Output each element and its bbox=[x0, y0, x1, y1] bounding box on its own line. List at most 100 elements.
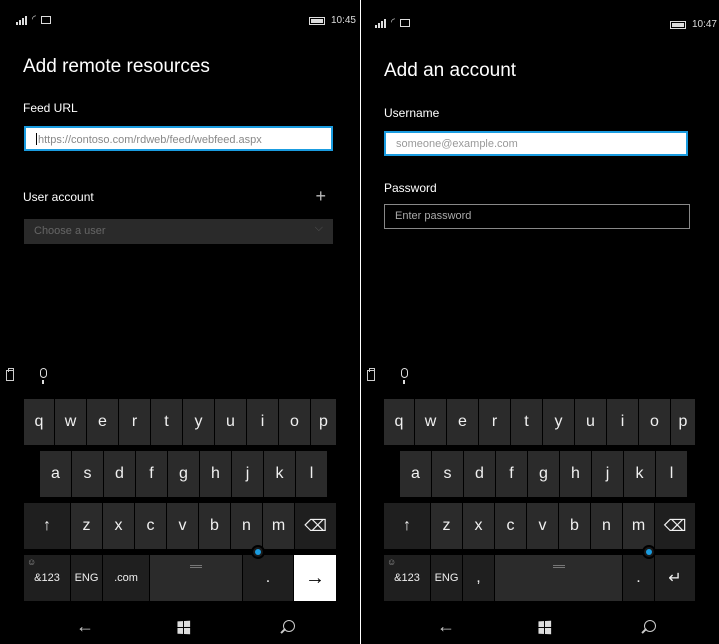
feed-url-input[interactable]: https://contoso.com/rdweb/feed/webfeed.a… bbox=[24, 126, 333, 151]
keyboard-row-3: ↑ z x c v b n m ⌫ bbox=[0, 503, 360, 549]
key-q[interactable]: q bbox=[24, 399, 54, 445]
key-x[interactable]: x bbox=[103, 503, 134, 549]
user-account-dropdown[interactable]: Choose a user ⌵ bbox=[24, 219, 333, 244]
key-w[interactable]: w bbox=[415, 399, 446, 445]
search-icon[interactable] bbox=[644, 620, 656, 632]
key-l[interactable]: l bbox=[656, 451, 687, 497]
key-d[interactable]: d bbox=[104, 451, 135, 497]
key-y[interactable]: y bbox=[543, 399, 574, 445]
windows-start-icon[interactable] bbox=[177, 620, 191, 636]
key-r[interactable]: r bbox=[479, 399, 510, 445]
key-j[interactable]: j bbox=[592, 451, 623, 497]
clipboard-icon[interactable] bbox=[367, 368, 375, 381]
key-l[interactable]: l bbox=[296, 451, 327, 497]
shift-key[interactable]: ↑ bbox=[24, 503, 70, 549]
microphone-icon[interactable] bbox=[401, 368, 408, 384]
username-placeholder: someone@example.com bbox=[396, 138, 518, 150]
username-input[interactable]: someone@example.com bbox=[384, 131, 688, 156]
key-n[interactable]: n bbox=[591, 503, 622, 549]
cursor-control-icon[interactable] bbox=[251, 545, 265, 559]
key-y[interactable]: y bbox=[183, 399, 214, 445]
back-icon[interactable]: ← bbox=[437, 616, 455, 637]
key-x[interactable]: x bbox=[463, 503, 494, 549]
period-key[interactable]: . bbox=[623, 555, 654, 601]
add-user-button[interactable]: + bbox=[315, 186, 326, 207]
dotcom-key[interactable]: .com bbox=[103, 555, 149, 601]
key-s[interactable]: s bbox=[72, 451, 103, 497]
key-p[interactable]: p bbox=[311, 399, 336, 445]
key-g[interactable]: g bbox=[168, 451, 199, 497]
key-k[interactable]: k bbox=[264, 451, 295, 497]
microphone-icon[interactable] bbox=[40, 368, 47, 384]
key-p[interactable]: p bbox=[671, 399, 695, 445]
page-title: Add remote resources bbox=[23, 56, 210, 77]
symbols-key[interactable]: ☺ &123 bbox=[24, 555, 70, 601]
key-e[interactable]: e bbox=[447, 399, 478, 445]
backspace-key[interactable]: ⌫ bbox=[295, 503, 336, 549]
key-v[interactable]: v bbox=[167, 503, 198, 549]
text-caret bbox=[36, 133, 37, 145]
key-r[interactable]: r bbox=[119, 399, 150, 445]
key-h[interactable]: h bbox=[560, 451, 591, 497]
feed-url-placeholder: https://contoso.com/rdweb/feed/webfeed.a… bbox=[38, 134, 262, 146]
key-u[interactable]: u bbox=[215, 399, 246, 445]
windows-start-icon[interactable] bbox=[538, 620, 552, 636]
key-e[interactable]: e bbox=[87, 399, 118, 445]
key-n[interactable]: n bbox=[231, 503, 262, 549]
key-b[interactable]: b bbox=[559, 503, 590, 549]
password-input[interactable]: Enter password bbox=[384, 204, 690, 229]
backspace-key[interactable]: ⌫ bbox=[655, 503, 695, 549]
key-z[interactable]: z bbox=[431, 503, 462, 549]
key-b[interactable]: b bbox=[199, 503, 230, 549]
emoji-icon: ☺ bbox=[27, 557, 37, 567]
status-time: 10:45 bbox=[330, 15, 356, 26]
key-i[interactable]: i bbox=[607, 399, 638, 445]
space-bar[interactable] bbox=[150, 555, 242, 601]
key-o[interactable]: o bbox=[279, 399, 310, 445]
user-account-label: User account bbox=[23, 190, 94, 204]
signal-icon bbox=[16, 15, 27, 25]
status-bar: ◜ 10:47 bbox=[361, 0, 719, 34]
key-a[interactable]: a bbox=[40, 451, 71, 497]
key-g[interactable]: g bbox=[528, 451, 559, 497]
space-bar[interactable] bbox=[495, 555, 622, 601]
key-o[interactable]: o bbox=[639, 399, 670, 445]
cursor-control-icon[interactable] bbox=[642, 545, 656, 559]
symbols-key[interactable]: ☺ &123 bbox=[384, 555, 430, 601]
dropdown-placeholder: Choose a user bbox=[34, 225, 106, 237]
status-right: 10:45 bbox=[308, 15, 356, 26]
key-u[interactable]: u bbox=[575, 399, 606, 445]
key-f[interactable]: f bbox=[496, 451, 527, 497]
key-w[interactable]: w bbox=[55, 399, 86, 445]
key-m[interactable]: m bbox=[263, 503, 294, 549]
language-key[interactable]: ENG bbox=[431, 555, 462, 601]
period-key[interactable]: . bbox=[243, 555, 293, 601]
key-j[interactable]: j bbox=[232, 451, 263, 497]
search-icon[interactable] bbox=[283, 620, 295, 632]
key-q[interactable]: q bbox=[384, 399, 414, 445]
key-c[interactable]: c bbox=[135, 503, 166, 549]
key-f[interactable]: f bbox=[136, 451, 167, 497]
key-m[interactable]: m bbox=[623, 503, 654, 549]
enter-key[interactable]: ↵ bbox=[655, 555, 695, 601]
key-k[interactable]: k bbox=[624, 451, 655, 497]
key-v[interactable]: v bbox=[527, 503, 558, 549]
status-right: 10:47 bbox=[669, 19, 717, 30]
comma-key[interactable]: , bbox=[463, 555, 494, 601]
enter-arrow-key[interactable]: → bbox=[294, 555, 336, 601]
key-s[interactable]: s bbox=[432, 451, 463, 497]
key-d[interactable]: d bbox=[464, 451, 495, 497]
key-h[interactable]: h bbox=[200, 451, 231, 497]
key-c[interactable]: c bbox=[495, 503, 526, 549]
key-z[interactable]: z bbox=[71, 503, 102, 549]
key-t[interactable]: t bbox=[511, 399, 542, 445]
key-i[interactable]: i bbox=[247, 399, 278, 445]
shift-key[interactable]: ↑ bbox=[384, 503, 430, 549]
clipboard-icon[interactable] bbox=[6, 368, 14, 381]
password-placeholder: Enter password bbox=[395, 210, 472, 222]
key-t[interactable]: t bbox=[151, 399, 182, 445]
back-icon[interactable]: ← bbox=[76, 616, 94, 637]
language-key[interactable]: ENG bbox=[71, 555, 102, 601]
password-label: Password bbox=[384, 181, 437, 195]
key-a[interactable]: a bbox=[400, 451, 431, 497]
